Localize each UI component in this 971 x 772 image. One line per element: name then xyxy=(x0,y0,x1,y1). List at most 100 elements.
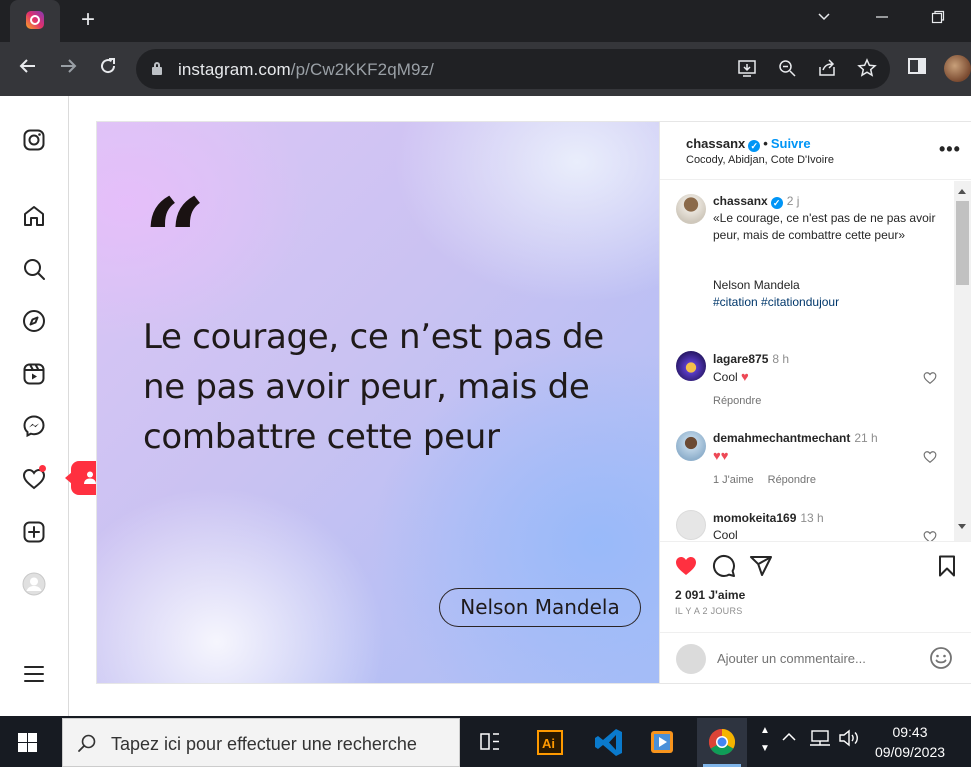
comment-username-line: lagare875 8 h xyxy=(713,352,789,366)
search-icon xyxy=(78,734,96,752)
comment-icon[interactable] xyxy=(712,554,736,578)
menu-hamburger-icon[interactable] xyxy=(22,662,46,686)
red-heart-emoji: ♥♥ xyxy=(713,448,729,463)
post-author-username[interactable]: chassanx xyxy=(686,136,745,151)
instagram-page: 4 “ Le courage, ce n’est pas de ne pas a… xyxy=(0,96,971,716)
zoom-icon[interactable] xyxy=(776,58,798,80)
reels-icon[interactable] xyxy=(22,362,46,386)
hidden-icons-chevron-icon[interactable] xyxy=(781,729,797,750)
caption-time[interactable]: 2 j xyxy=(787,194,800,208)
browser-tab-instagram[interactable] xyxy=(10,0,60,42)
emoji-icon[interactable] xyxy=(929,646,953,670)
scroll-up-arrow-icon[interactable] xyxy=(958,189,966,194)
like-heart-icon[interactable] xyxy=(674,554,698,578)
minimize-icon[interactable] xyxy=(870,8,894,32)
search-icon[interactable] xyxy=(22,257,46,281)
comment-text: Cool ♥ xyxy=(713,369,749,384)
svg-text:Ai: Ai xyxy=(542,736,555,751)
back-icon[interactable] xyxy=(15,56,41,82)
address-bar[interactable]: instagram.com/p/Cw2KKF2qM9z/ xyxy=(136,49,890,89)
reply-button[interactable]: Répondre xyxy=(768,474,816,486)
post-side-panel: chassanx ✓ • Suivre Cocody, Abidjan, Cote D… xyxy=(660,121,971,684)
taskbar-search-placeholder: Tapez ici pour effectuer une recherche xyxy=(111,734,417,754)
reload-icon[interactable] xyxy=(95,56,121,82)
comment-username[interactable]: momokeita169 xyxy=(713,511,796,525)
caption-hashtags[interactable]: #citation #citationdujour xyxy=(713,294,839,311)
separator-dot: • xyxy=(763,136,768,151)
chrome-app-icon[interactable] xyxy=(697,718,747,767)
instagram-logo-icon[interactable] xyxy=(22,128,46,152)
illustrator-app-icon[interactable]: Ai xyxy=(525,718,575,767)
verified-badge-icon: ✓ xyxy=(748,140,761,152)
home-icon[interactable] xyxy=(22,204,46,228)
url-text: instagram.com/p/Cw2KKF2qM9z/ xyxy=(178,60,435,79)
comment-actions: 1 J'aime Répondre xyxy=(713,474,830,486)
reply-button[interactable]: Répondre xyxy=(713,395,761,407)
caption-username[interactable]: chassanx xyxy=(713,194,768,208)
post-header: chassanx ✓ • Suivre Cocody, Abidjan, Cote D… xyxy=(660,122,971,180)
side-panel-icon[interactable] xyxy=(904,56,930,82)
messenger-icon[interactable] xyxy=(22,414,46,438)
profile-avatar[interactable] xyxy=(944,55,971,82)
restore-icon[interactable] xyxy=(926,8,950,32)
task-view-icon[interactable] xyxy=(465,718,515,767)
post-actions: 2 091 J'aime IL Y A 2 JOURS xyxy=(660,541,971,631)
follow-button[interactable]: Suivre xyxy=(771,136,811,151)
explore-icon[interactable] xyxy=(22,309,46,333)
create-icon[interactable] xyxy=(22,520,46,544)
caption-avatar[interactable] xyxy=(676,194,706,224)
browser-toolbar: instagram.com/p/Cw2KKF2qM9z/ xyxy=(0,42,971,96)
vscode-app-icon[interactable] xyxy=(585,718,635,767)
comment-like-heart-icon[interactable] xyxy=(923,530,937,541)
scrollbar-thumb[interactable] xyxy=(956,201,969,285)
post-age[interactable]: IL Y A 2 JOURS xyxy=(675,606,743,616)
comment-username[interactable]: lagare875 xyxy=(713,352,768,366)
new-tab-button[interactable]: + xyxy=(76,8,100,32)
browser-tab-strip: + xyxy=(0,0,971,42)
forward-icon[interactable] xyxy=(55,56,81,82)
comment-like-heart-icon[interactable] xyxy=(923,450,937,464)
windows-taskbar: Tapez ici pour effectuer une recherche A… xyxy=(0,716,971,767)
quote-mark: “ xyxy=(143,174,207,303)
likes-count[interactable]: 2 091 J'aime xyxy=(675,588,745,602)
verified-badge-icon: ✓ xyxy=(770,197,783,209)
comment-avatar[interactable] xyxy=(676,431,706,461)
taskbar-overflow-arrows[interactable]: ▲ ▼ xyxy=(760,722,770,758)
post-location[interactable]: Cocody, Abidjan, Cote D'Ivoire xyxy=(686,154,834,166)
network-icon[interactable] xyxy=(809,729,833,752)
lock-icon[interactable] xyxy=(152,62,162,75)
media-player-app-icon[interactable] xyxy=(637,718,687,767)
clock-date: 09/09/2023 xyxy=(874,744,946,760)
comment-avatar[interactable] xyxy=(676,351,706,381)
current-user-avatar xyxy=(676,644,706,674)
taskbar-clock[interactable]: 09:43 09/09/2023 xyxy=(864,722,956,762)
tab-search-icon[interactable] xyxy=(812,8,836,32)
bookmark-star-icon[interactable] xyxy=(856,58,878,80)
comment-time: 21 h xyxy=(854,431,878,445)
comment-username-line: demahmechantmechant 21 h xyxy=(713,431,878,445)
scroll-down-arrow-icon[interactable] xyxy=(958,524,966,529)
caption-text: «Le courage, ce n'est pas de ne pas avoi… xyxy=(713,211,936,242)
share-send-icon[interactable] xyxy=(749,554,773,578)
notification-dot xyxy=(39,465,46,472)
install-app-icon[interactable] xyxy=(736,58,758,80)
comment-username[interactable]: demahmechantmechant xyxy=(713,431,850,445)
taskbar-search-box[interactable]: Tapez ici pour effectuer une recherche xyxy=(62,718,460,767)
comment-likes-count[interactable]: 1 J'aime xyxy=(713,474,754,486)
comment-input[interactable]: Ajouter un commentaire... xyxy=(717,651,866,666)
post-image[interactable]: “ Le courage, ce n’est pas de ne pas avo… xyxy=(96,121,660,684)
comments-list[interactable]: chassanx ✓ 2 j «Le courage, ce n'est pas d… xyxy=(660,181,971,541)
left-navigation xyxy=(0,96,69,716)
windows-start-icon[interactable] xyxy=(18,733,38,753)
share-icon[interactable] xyxy=(816,58,838,80)
comment-avatar[interactable] xyxy=(676,510,706,540)
volume-icon[interactable] xyxy=(838,729,860,752)
person-icon xyxy=(84,471,96,484)
comment-text: ♥♥ xyxy=(713,447,728,465)
profile-nav-avatar[interactable] xyxy=(22,572,46,596)
caption-username-line: chassanx ✓ 2 j xyxy=(713,194,799,209)
comment-text: Cool xyxy=(713,528,738,541)
save-bookmark-icon[interactable] xyxy=(935,554,959,578)
comment-like-heart-icon[interactable] xyxy=(923,371,937,385)
more-options-icon[interactable]: ••• xyxy=(939,140,961,158)
